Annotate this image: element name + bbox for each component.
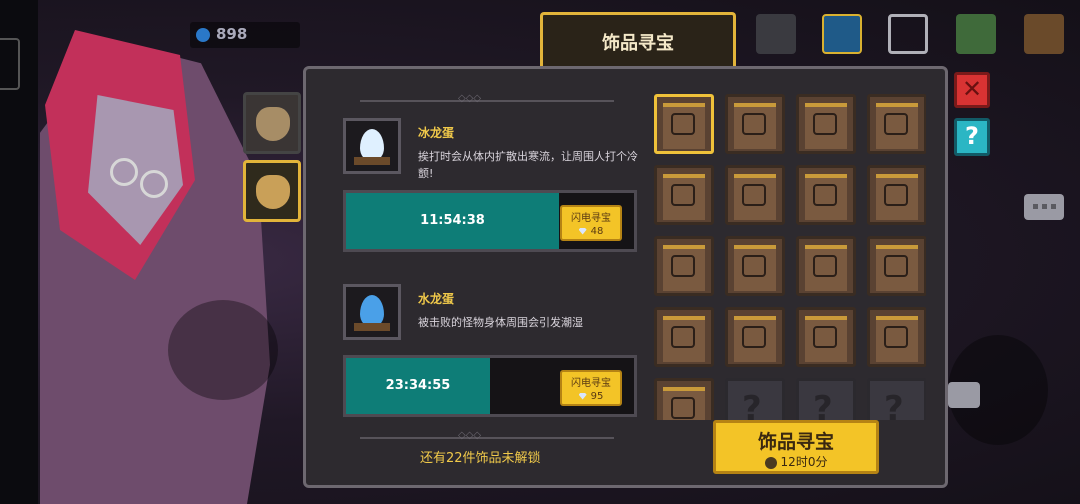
accessory-scroll-slot[interactable]: [796, 165, 856, 225]
accessory-scroll-slot[interactable]: [654, 236, 714, 296]
locked-accessory-slot[interactable]: ?: [867, 378, 926, 420]
accessory-scroll-slot[interactable]: [796, 94, 856, 154]
divider: [360, 100, 614, 102]
question-mark-icon: ?: [742, 389, 762, 420]
scroll-rune: [742, 326, 766, 348]
egg-description: 被击败的怪物身体周围会引发潮湿: [418, 316, 583, 329]
locked-count-text: 还有22件饰品未解锁: [420, 451, 541, 466]
tab-accessory-treasure[interactable]: 饰品寻宝: [540, 12, 736, 68]
flash-treasure-button[interactable]: 闪电寻宝 48: [560, 205, 622, 241]
treasure-button-label: 饰品寻宝: [757, 431, 834, 453]
locked-accessory-slot[interactable]: ?: [725, 378, 785, 420]
scroll-rune: [671, 184, 695, 206]
accessory-scroll-slot[interactable]: [654, 94, 714, 154]
sidebar-bag-tab[interactable]: [243, 92, 301, 154]
divider-ornament: ◇◇◇: [458, 430, 482, 441]
question-mark-icon: ?: [884, 389, 904, 420]
coin-value: 898: [216, 25, 248, 43]
scroll-rune: [884, 184, 908, 206]
accessory-scroll-slot[interactable]: [725, 307, 785, 367]
accessory-scroll-slot[interactable]: [654, 165, 714, 225]
egg-description: 挨打时会从体内扩散出寒流，让周围人打个冷颤!: [418, 150, 638, 180]
egg-slot-1[interactable]: [343, 118, 401, 174]
accessory-scroll-slot[interactable]: [654, 378, 714, 420]
shop-cart-icon[interactable]: [888, 14, 928, 54]
chat-icon[interactable]: [1024, 194, 1064, 220]
locked-accessory-slot[interactable]: ?: [796, 378, 856, 420]
flash-label: 闪电寻宝: [571, 213, 611, 224]
accessory-scroll-slot[interactable]: [725, 165, 785, 225]
character-glasses: [110, 158, 138, 186]
egg-stand: [354, 157, 390, 165]
scroll-rune: [742, 255, 766, 277]
accessory-scroll-slot[interactable]: [867, 236, 926, 296]
egg-name: 水龙蛋: [418, 292, 455, 306]
camera-icon[interactable]: [756, 14, 796, 54]
flash-cost: 95: [562, 391, 620, 402]
hatch-timer: 23:34:55: [385, 378, 451, 393]
accessory-scroll-slot[interactable]: [796, 236, 856, 296]
emote-icon[interactable]: [948, 382, 980, 408]
scroll-rune: [671, 326, 695, 348]
divider-ornament: ◇◇◇: [458, 93, 482, 104]
bag-icon: [256, 107, 290, 141]
accessory-scroll-slot[interactable]: [654, 307, 714, 367]
accessory-treasure-button[interactable]: 饰品寻宝 12时0分: [713, 420, 879, 474]
scroll-rune: [671, 255, 695, 277]
scroll-rune: [671, 397, 695, 419]
flash-label: 闪电寻宝: [571, 378, 611, 389]
accessory-scroll-slot[interactable]: [725, 236, 785, 296]
treasure-time-value: 12时0分: [780, 455, 828, 469]
treasure-button-time: 12时0分: [716, 453, 876, 470]
scroll-rune: [813, 255, 837, 277]
flash-cost-value: 48: [590, 226, 604, 237]
scroll-rune: [742, 184, 766, 206]
sidebar-chick-tab[interactable]: [243, 160, 301, 222]
flash-treasure-button[interactable]: 闪电寻宝 95: [560, 370, 622, 406]
character-glasses: [140, 170, 168, 198]
tab-title-label: 饰品寻宝: [602, 33, 674, 54]
clock-icon: [764, 456, 777, 469]
scroll-rune: [884, 326, 908, 348]
scroll-rune: [884, 255, 908, 277]
flash-cost-value: 95: [590, 391, 604, 402]
gem-icon: [578, 227, 587, 235]
scroll-rune: [742, 113, 766, 135]
chick-icon: [256, 175, 290, 209]
hatch-timer: 11:54:38: [420, 213, 485, 228]
accessory-scroll-slot[interactable]: [867, 94, 926, 154]
accessory-scroll-slot[interactable]: [867, 307, 926, 367]
accessory-scroll-slot[interactable]: [867, 165, 926, 225]
scroll-rune: [671, 113, 695, 135]
menu-list-icon[interactable]: [956, 14, 996, 54]
close-icon[interactable]: ✕: [954, 72, 990, 108]
backpack-icon[interactable]: [1024, 14, 1064, 54]
divider: [360, 437, 614, 439]
question-mark-icon: ?: [813, 389, 833, 420]
accessory-scroll-slot[interactable]: [796, 307, 856, 367]
accessory-grid: ???: [654, 94, 926, 420]
egg-name: 冰龙蛋: [418, 126, 455, 140]
scroll-rune: [884, 113, 908, 135]
egg-slot-2[interactable]: [343, 284, 401, 340]
accessory-scroll-slot[interactable]: [725, 94, 785, 154]
chest-icon[interactable]: [822, 14, 862, 54]
joystick-left[interactable]: [168, 300, 278, 400]
egg-stand: [354, 323, 390, 331]
gem-icon: [196, 28, 210, 42]
scroll-rune: [813, 326, 837, 348]
flash-cost: 48: [562, 226, 620, 237]
gem-icon: [578, 392, 587, 400]
help-icon[interactable]: ?: [954, 118, 990, 156]
menu-hex-icon[interactable]: [0, 38, 20, 90]
scroll-rune: [813, 184, 837, 206]
coin-counter: 898: [190, 22, 300, 48]
scroll-rune: [813, 113, 837, 135]
